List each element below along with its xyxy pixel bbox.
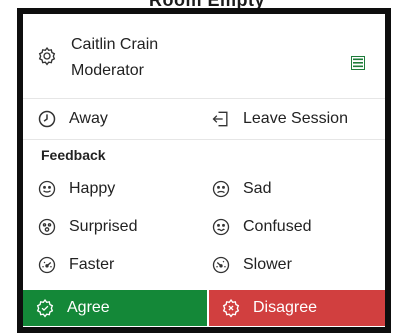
disagree-button[interactable]: Disagree [209, 290, 385, 326]
feedback-confused-label: Confused [243, 218, 312, 235]
leave-session-icon [211, 109, 231, 129]
leave-session-label: Leave Session [243, 110, 348, 127]
feedback-confused-button[interactable]: Confused [211, 208, 312, 246]
session-menu-panel: Caitlin Crain Moderator Away Leave Sessi… [17, 8, 391, 333]
feedback-happy-button[interactable]: Happy [37, 170, 115, 208]
speedometer-slow-icon [211, 255, 231, 275]
disagree-icon [221, 298, 241, 318]
feedback-heading: Feedback [41, 147, 106, 163]
leave-session-button[interactable]: Leave Session [211, 99, 348, 139]
agreement-row: Agree Disagree [23, 290, 385, 326]
feedback-surprised-button[interactable]: Surprised [37, 208, 137, 246]
feedback-faster-label: Faster [69, 256, 115, 273]
clock-icon [37, 109, 57, 129]
sad-icon [211, 179, 231, 199]
feedback-slower-button[interactable]: Slower [211, 246, 292, 284]
feedback-happy-label: Happy [69, 180, 116, 197]
user-header: Caitlin Crain Moderator [23, 14, 385, 99]
disagree-label: Disagree [253, 299, 318, 316]
feedback-sad-button[interactable]: Sad [211, 170, 271, 208]
away-button[interactable]: Away [37, 99, 108, 139]
feedback-row-2: Surprised Confused [23, 208, 385, 246]
happy-icon [37, 179, 57, 199]
confused-icon [211, 217, 231, 237]
agree-label: Agree [67, 299, 110, 316]
user-role: Moderator [71, 62, 144, 79]
feedback-row-1: Happy Sad [23, 170, 385, 208]
list-icon[interactable] [351, 56, 365, 70]
status-row: Away Leave Session [23, 99, 385, 140]
feedback-faster-button[interactable]: Faster [37, 246, 114, 284]
away-label: Away [69, 110, 108, 127]
feedback-row-3: Faster Slower [23, 246, 385, 284]
speedometer-fast-icon [37, 255, 57, 275]
settings-gear-icon[interactable] [37, 46, 57, 66]
feedback-surprised-label: Surprised [69, 218, 138, 235]
feedback-sad-label: Sad [243, 180, 272, 197]
user-name: Caitlin Crain [71, 36, 159, 53]
agree-button[interactable]: Agree [23, 290, 207, 326]
agree-icon [35, 298, 55, 318]
surprised-icon [37, 217, 57, 237]
feedback-slower-label: Slower [243, 256, 292, 273]
